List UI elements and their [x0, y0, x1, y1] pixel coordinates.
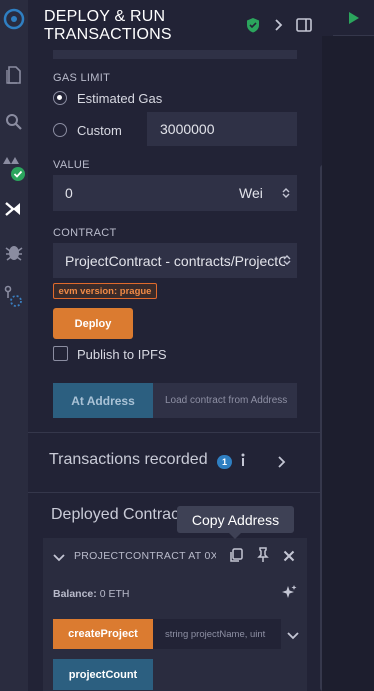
- info-icon[interactable]: [239, 453, 247, 471]
- deploy-run-icon[interactable]: [0, 200, 28, 218]
- remix-logo-icon[interactable]: [0, 8, 28, 30]
- page-title: DEPLOY & RUN TRANSACTIONS: [44, 8, 172, 43]
- balance-value: 0 ETH: [99, 588, 130, 600]
- search-icon[interactable]: [0, 113, 28, 131]
- publish-ipfs-label: Publish to IPFS: [77, 347, 167, 362]
- icon-sidebar: [0, 0, 28, 691]
- deployed-contract-card: PROJECTCONTRACT AT 0X Balance: 0 ETH cre…: [43, 538, 307, 691]
- pin-icon[interactable]: [257, 547, 269, 568]
- contract-select-value: ProjectContract - contracts/ProjectC: [65, 252, 285, 269]
- gas-limit-label: GAS LIMIT: [53, 72, 111, 84]
- sparkle-icon[interactable]: [280, 584, 298, 607]
- contract-select[interactable]: ProjectContract - contracts/ProjectC: [53, 243, 297, 278]
- transactions-recorded-label[interactable]: Transactions recorded: [49, 451, 208, 469]
- chevron-down-icon[interactable]: [287, 628, 299, 646]
- run-script-icon[interactable]: [348, 11, 360, 30]
- solidity-compiler-icon[interactable]: [0, 155, 28, 183]
- deploy-button[interactable]: Deploy: [53, 308, 133, 339]
- project-count-button[interactable]: projectCount: [53, 659, 153, 690]
- create-project-button[interactable]: createProject: [53, 619, 153, 649]
- deploy-run-panel: DEPLOY & RUN TRANSACTIONS GAS LIMIT Esti…: [28, 0, 322, 691]
- chevron-down-icon[interactable]: [53, 550, 65, 568]
- custom-gas-label: Custom: [77, 123, 122, 138]
- chevron-right-icon[interactable]: [274, 16, 284, 34]
- chevron-right-icon[interactable]: [277, 455, 287, 474]
- divider: [333, 35, 374, 36]
- deployed-contracts-label: Deployed Contrac: [51, 506, 180, 523]
- select-arrows-icon: [283, 255, 291, 265]
- contract-instance-title[interactable]: PROJECTCONTRACT AT 0X: [74, 550, 216, 562]
- copy-address-tooltip: Copy Address: [177, 506, 294, 539]
- value-label: VALUE: [53, 159, 90, 171]
- contract-label: CONTRACT: [53, 227, 117, 239]
- at-address-button[interactable]: At Address: [53, 383, 153, 418]
- close-icon[interactable]: [283, 549, 295, 567]
- transactions-count-badge: 1: [217, 455, 232, 469]
- estimated-gas-label: Estimated Gas: [77, 91, 163, 106]
- load-address-input[interactable]: Load contract from Address: [153, 383, 297, 418]
- editor-area: [322, 0, 374, 691]
- git-icon[interactable]: [0, 285, 28, 309]
- panel-toggle-icon[interactable]: [296, 16, 312, 34]
- shield-check-icon[interactable]: [246, 16, 260, 34]
- balance-label: Balance:: [53, 588, 97, 600]
- value-unit-select[interactable]: Wei: [229, 175, 297, 211]
- publish-ipfs-checkbox[interactable]: [53, 346, 68, 361]
- file-explorer-icon[interactable]: [0, 66, 28, 84]
- gas-limit-input[interactable]: 3000000: [147, 112, 297, 146]
- copy-icon[interactable]: [229, 548, 243, 568]
- divider: [28, 492, 322, 493]
- value-input[interactable]: 0: [53, 175, 229, 211]
- debugger-icon[interactable]: [0, 242, 28, 262]
- evm-version-badge: evm version: prague: [53, 283, 157, 299]
- panel-header: DEPLOY & RUN TRANSACTIONS: [28, 0, 322, 50]
- balance-row: Balance: 0 ETH: [53, 588, 129, 600]
- divider: [28, 432, 322, 433]
- custom-gas-radio[interactable]: [53, 123, 67, 137]
- create-project-input[interactable]: string projectName, uint: [153, 619, 281, 649]
- estimated-gas-radio[interactable]: [53, 91, 67, 105]
- value-unit-label: Wei: [239, 185, 263, 201]
- select-arrows-icon: [282, 188, 290, 198]
